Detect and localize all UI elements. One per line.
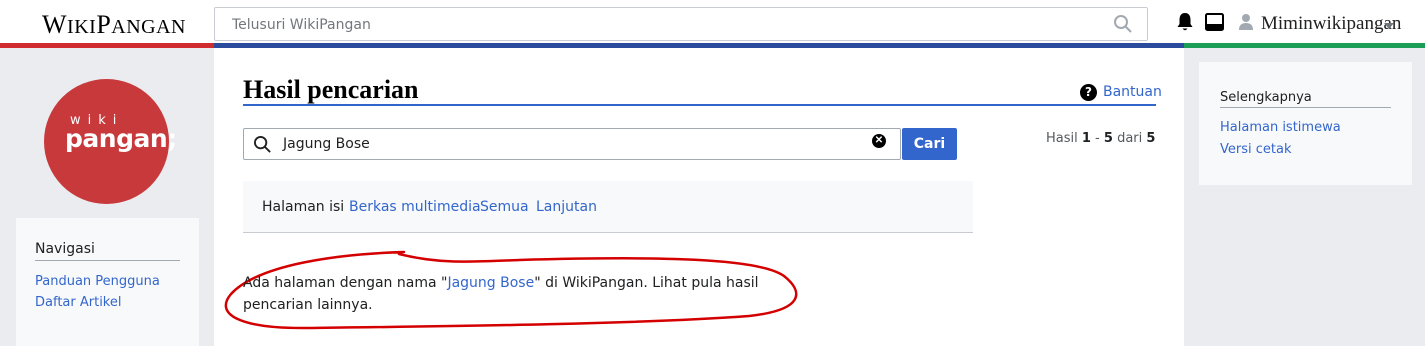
search-query-input[interactable]: Jagung Bose ✕	[243, 128, 901, 160]
more-portlet: Selengkapnya Halaman istimewa Versi ceta…	[1199, 62, 1412, 185]
more-heading: Selengkapnya	[1220, 90, 1312, 105]
navigation-divider	[35, 260, 180, 261]
header-search-input[interactable]: Telusuri WikiPangan	[214, 7, 1148, 41]
user-menu-name[interactable]: Miminwikipangan	[1261, 13, 1401, 35]
page-title: Hasil pencarian	[243, 75, 419, 104]
logo-letters-angan: ANGAN	[111, 16, 186, 38]
nav-link-panduan-pengguna[interactable]: Panduan Pengguna	[35, 274, 160, 289]
user-avatar-icon[interactable]	[1238, 13, 1254, 30]
exact-match-notice: Ada halaman dengan nama "Jagung Bose" di…	[243, 272, 803, 316]
link-versi-cetak[interactable]: Versi cetak	[1220, 142, 1291, 157]
tab-semua[interactable]: Semua	[480, 199, 529, 215]
logo-letters-iki: IKI	[67, 16, 97, 38]
exact-match-link[interactable]: Jagung Bose	[447, 275, 534, 291]
header-stripe-red	[0, 43, 214, 48]
result-of: dari	[1112, 131, 1147, 146]
logo-pangan-text: pangan;	[65, 124, 177, 153]
site-logo-text[interactable]: WIKIPANGAN	[42, 10, 186, 40]
header-search-placeholder: Telusuri WikiPangan	[232, 17, 371, 33]
main-content: Hasil pencarian ? Bantuan Jagung Bose ✕ …	[214, 48, 1184, 346]
clear-icon[interactable]: ✕	[872, 134, 886, 148]
navigation-portlet: Navigasi Panduan Pengguna Daftar Artikel	[16, 218, 199, 346]
wikipangan-logo[interactable]: wiki pangan;	[44, 79, 177, 204]
result-total: 5	[1146, 131, 1156, 146]
tab-halaman-isi[interactable]: Halaman isi	[262, 199, 344, 215]
logo-letter-w: W	[42, 10, 68, 39]
result-to: 5	[1103, 131, 1113, 146]
top-header: WIKIPANGAN Telusuri WikiPangan Miminwiki…	[0, 0, 1425, 48]
search-icon[interactable]	[1113, 14, 1133, 34]
notices-tray-icon[interactable]	[1205, 13, 1224, 31]
link-halaman-istimewa[interactable]: Halaman istimewa	[1220, 120, 1341, 135]
title-underline	[243, 104, 1156, 106]
help-label: Bantuan	[1103, 84, 1162, 100]
more-divider	[1220, 107, 1391, 108]
search-query-value: Jagung Bose	[283, 136, 370, 152]
tab-lanjutan[interactable]: Lanjutan	[536, 199, 597, 215]
header-stripe-green	[1184, 43, 1425, 48]
notice-text-before: Ada halaman dengan nama "	[243, 275, 448, 291]
result-prefix: Hasil	[1046, 131, 1082, 146]
chevron-down-icon[interactable]	[1384, 23, 1394, 29]
navigation-heading: Navigasi	[35, 241, 95, 257]
result-count: Hasil 1 - 5 dari 5	[1046, 131, 1155, 146]
search-profile-tabs: Halaman isi Berkas multimedia Semua Lanj…	[243, 181, 973, 233]
search-submit-button[interactable]: Cari	[902, 128, 957, 160]
logo-letter-p: P	[96, 10, 112, 39]
result-from: 1	[1081, 131, 1091, 146]
nav-link-daftar-artikel[interactable]: Daftar Artikel	[35, 295, 122, 310]
result-separator: -	[1090, 131, 1104, 146]
tab-berkas-multimedia[interactable]: Berkas multimedia	[349, 199, 481, 215]
notifications-bell-icon[interactable]	[1176, 12, 1194, 32]
help-icon: ?	[1080, 84, 1097, 101]
search-icon	[253, 135, 271, 153]
